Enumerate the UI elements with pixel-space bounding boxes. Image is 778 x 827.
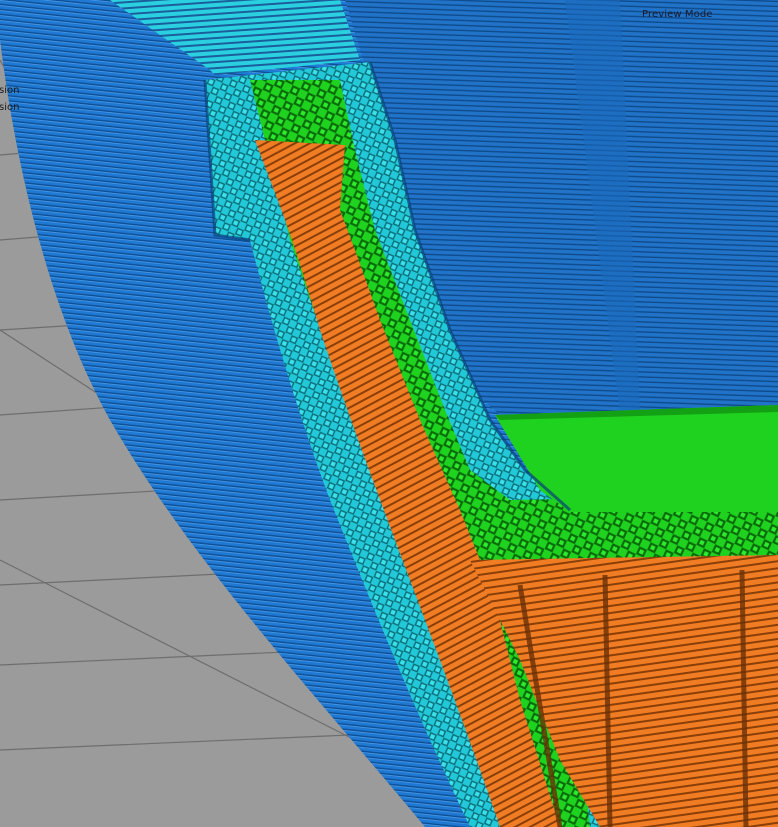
gcode-layer-render[interactable] <box>0 0 778 827</box>
preview-mode-label: Preview Mode <box>642 9 713 20</box>
left-panel-label-2: sion <box>0 102 20 113</box>
3d-preview-viewport[interactable]: Preview Mode sion sion <box>0 0 778 827</box>
left-panel-label-1: sion <box>0 85 20 96</box>
